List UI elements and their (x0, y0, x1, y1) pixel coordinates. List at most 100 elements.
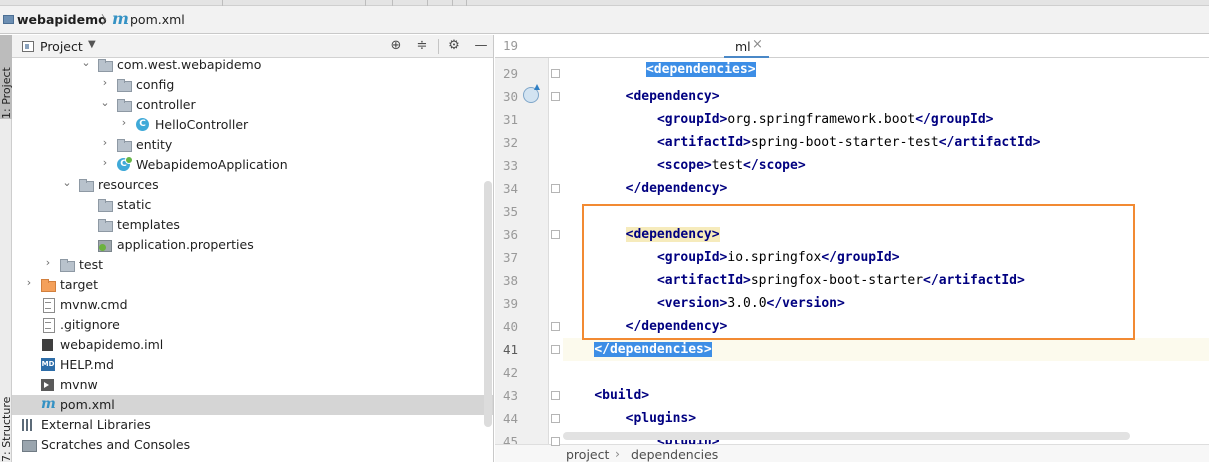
fold-marker-icon[interactable] (551, 414, 560, 423)
xml-tag: </artifactId> (938, 135, 1041, 150)
project-panel-header: Project ▼ ⊕ ≑ ⚙ — (12, 35, 493, 58)
xml-tag: <dependency> (625, 89, 720, 104)
clipped-tab-divider (427, 0, 428, 6)
code-line[interactable]: <scope>test</scope> (563, 154, 1209, 177)
chevron-down-icon[interactable]: ⌄ (80, 58, 92, 69)
line-number: 19 (502, 38, 518, 53)
project-view-selector[interactable]: Project (40, 39, 83, 54)
hide-panel-icon[interactable]: — (472, 37, 490, 55)
chevron-right-icon[interactable]: › (99, 136, 111, 149)
tree-item[interactable]: .gitignore (12, 315, 493, 335)
toolbar-divider (438, 39, 439, 54)
line-number: 37 (502, 250, 518, 265)
tree-item[interactable]: › target (12, 275, 493, 295)
tree-item[interactable]: static (12, 195, 493, 215)
sticky-code-line: <dependencies> (563, 35, 756, 77)
line-number: 32 (502, 135, 518, 150)
tree-item-label: pom.xml (60, 397, 115, 412)
line-number: 44 (502, 411, 518, 426)
tree-item-label: mvnw (60, 377, 98, 392)
chevron-down-icon[interactable]: ⌄ (99, 96, 111, 109)
maven-icon: m (112, 9, 129, 28)
tree-item[interactable]: › External Libraries (12, 415, 493, 435)
breadcrumb-item[interactable]: project (566, 447, 609, 462)
tree-item[interactable]: ⌄ controller (12, 95, 493, 115)
code-line[interactable]: </dependency> (563, 177, 1209, 200)
breadcrumb-file[interactable]: pom.xml (130, 12, 185, 27)
editor-tab-label[interactable]: ml (735, 39, 751, 54)
breadcrumb-item[interactable]: dependencies (631, 447, 718, 462)
tree-item[interactable]: webapidemo.iml (12, 335, 493, 355)
line-number: 29 (502, 66, 518, 81)
code-line[interactable]: </dependencies> (563, 338, 1209, 361)
file-icon (41, 298, 55, 313)
breadcrumb-project[interactable]: webapidemo (17, 12, 107, 27)
tree-item[interactable]: Scratches and Consoles (12, 435, 493, 455)
breadcrumb-separator: › (615, 446, 620, 461)
line-number: 33 (502, 158, 518, 173)
gear-icon[interactable]: ⚙ (445, 37, 463, 55)
fold-marker-icon[interactable] (551, 391, 560, 400)
tool-window-tab-project[interactable]: 1: Project (0, 35, 13, 119)
fold-marker-icon[interactable] (551, 230, 560, 239)
tree-item-label: HelloController (155, 117, 249, 132)
folder-icon (60, 258, 75, 272)
tree-item[interactable]: m pom.xml (12, 395, 493, 415)
tool-window-tab-structure[interactable]: 7: Structure (0, 385, 13, 462)
tree-item[interactable]: mvnw (12, 375, 493, 395)
tree-item-label: WebapidemoApplication (136, 157, 288, 172)
fold-marker-icon[interactable] (551, 437, 560, 446)
tree-item[interactable]: ⌄ resources (12, 175, 493, 195)
chevron-right-icon[interactable]: › (23, 276, 35, 289)
fold-marker-icon[interactable] (551, 322, 560, 331)
code-line[interactable]: <dependency> (563, 85, 1209, 108)
tree-item[interactable]: ⌄ com.west.webapidemo (12, 58, 493, 75)
xml-text: org.springframework.boot (727, 112, 916, 127)
run-marker-icon[interactable] (523, 84, 540, 103)
app-icon: C (117, 156, 133, 171)
clipped-tab-divider (222, 0, 223, 6)
tree-item[interactable]: mvnw.cmd (12, 295, 493, 315)
close-icon[interactable]: × (752, 37, 763, 52)
chevron-right-icon[interactable]: › (12, 416, 16, 429)
code-line[interactable] (563, 361, 1209, 384)
tree-item[interactable]: › entity (12, 135, 493, 155)
file-icon (41, 318, 55, 333)
xml-tag: <plugins> (625, 411, 697, 426)
tree-item-label: External Libraries (41, 417, 151, 432)
locate-file-icon[interactable]: ⊕ (387, 37, 405, 55)
tree-item[interactable]: templates (12, 215, 493, 235)
code-line[interactable]: <plugins> (563, 407, 1209, 430)
tree-item[interactable]: application.properties (12, 235, 493, 255)
tree-item-label: controller (136, 97, 196, 112)
code-line[interactable]: <build> (563, 384, 1209, 407)
line-number: 36 (502, 227, 518, 242)
fold-marker-icon[interactable] (551, 184, 560, 193)
chevron-down-icon[interactable]: ▼ (88, 39, 96, 50)
chevron-right-icon[interactable]: › (99, 76, 111, 89)
fold-marker-icon[interactable] (551, 92, 560, 101)
tree-item[interactable]: › config (12, 75, 493, 95)
code-editor[interactable]: 29 30 31 32 33 34 35 36 37 38 39 40 41 42 43 44 45 <depe… (495, 35, 1209, 462)
editor-breadcrumbs: project › dependencies (495, 444, 1209, 462)
chevron-right-icon[interactable]: › (118, 116, 130, 129)
chevron-right-icon[interactable]: › (99, 156, 111, 169)
line-number: 30 (502, 89, 518, 104)
chevron-down-icon[interactable]: ⌄ (61, 176, 73, 189)
tree-item[interactable]: › C WebapidemoApplication (12, 155, 493, 175)
code-line[interactable]: <groupId>org.springframework.boot</group… (563, 108, 1209, 131)
tree-item[interactable]: › C HelloController (12, 115, 493, 135)
fold-marker-icon[interactable] (551, 69, 560, 78)
horizontal-scrollbar[interactable] (563, 432, 1130, 440)
code-line[interactable]: <artifactId>spring-boot-starter-test</ar… (563, 131, 1209, 154)
collapse-all-icon[interactable]: ≑ (413, 37, 431, 55)
tree-item-label: mvnw.cmd (60, 297, 128, 312)
tree-item-label: com.west.webapidemo (117, 58, 262, 72)
fold-marker-icon[interactable] (551, 345, 560, 354)
xml-tag: <build> (594, 388, 650, 403)
vertical-scrollbar[interactable] (484, 181, 492, 427)
tree-item[interactable]: MD HELP.md (12, 355, 493, 375)
tree-item[interactable]: › test (12, 255, 493, 275)
chevron-right-icon[interactable]: › (42, 256, 54, 269)
